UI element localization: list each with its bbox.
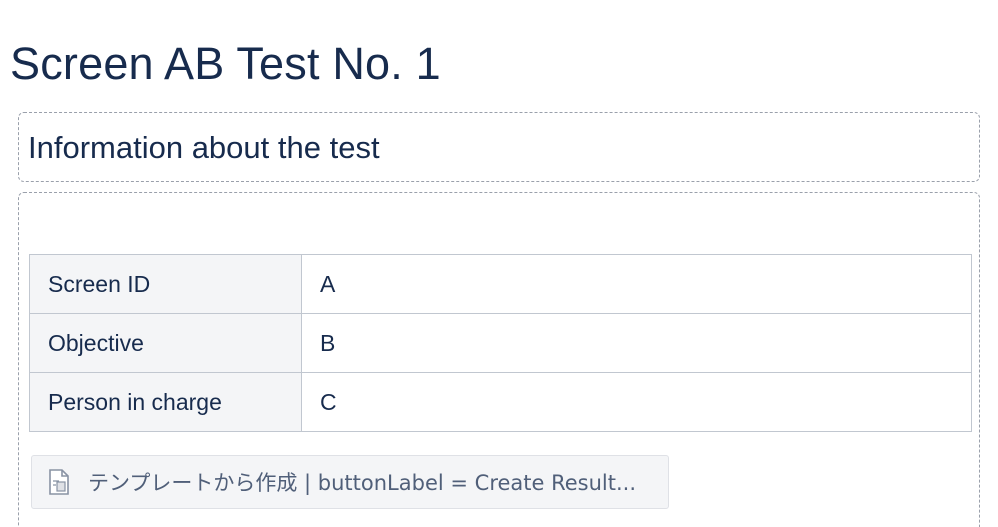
row-value-objective[interactable]: B <box>301 313 972 373</box>
table-row: Screen ID A <box>29 254 972 314</box>
info-table: Screen ID A Objective B Person in charge… <box>29 254 972 432</box>
section-heading: Information about the test <box>28 130 380 165</box>
row-value-person-in-charge[interactable]: C <box>301 372 972 432</box>
content-container: Screen ID A Objective B Person in charge… <box>18 192 980 527</box>
page-title: Screen AB Test No. 1 <box>10 38 441 90</box>
row-label-objective: Objective <box>29 313 302 373</box>
table-row: Person in charge C <box>29 372 972 432</box>
document-template-icon <box>49 469 69 495</box>
row-label-screen-id: Screen ID <box>29 254 302 314</box>
page: Screen AB Test No. 1 Information about t… <box>0 0 998 527</box>
table-row: Objective B <box>29 313 972 373</box>
create-from-template-button[interactable]: テンプレートから作成 | buttonLabel = Create Result… <box>31 455 669 509</box>
row-value-screen-id[interactable]: A <box>301 254 972 314</box>
create-from-template-label: テンプレートから作成 | buttonLabel = Create Result… <box>88 471 637 495</box>
section-heading-container: Information about the test <box>18 112 980 182</box>
row-label-person-in-charge: Person in charge <box>29 372 302 432</box>
